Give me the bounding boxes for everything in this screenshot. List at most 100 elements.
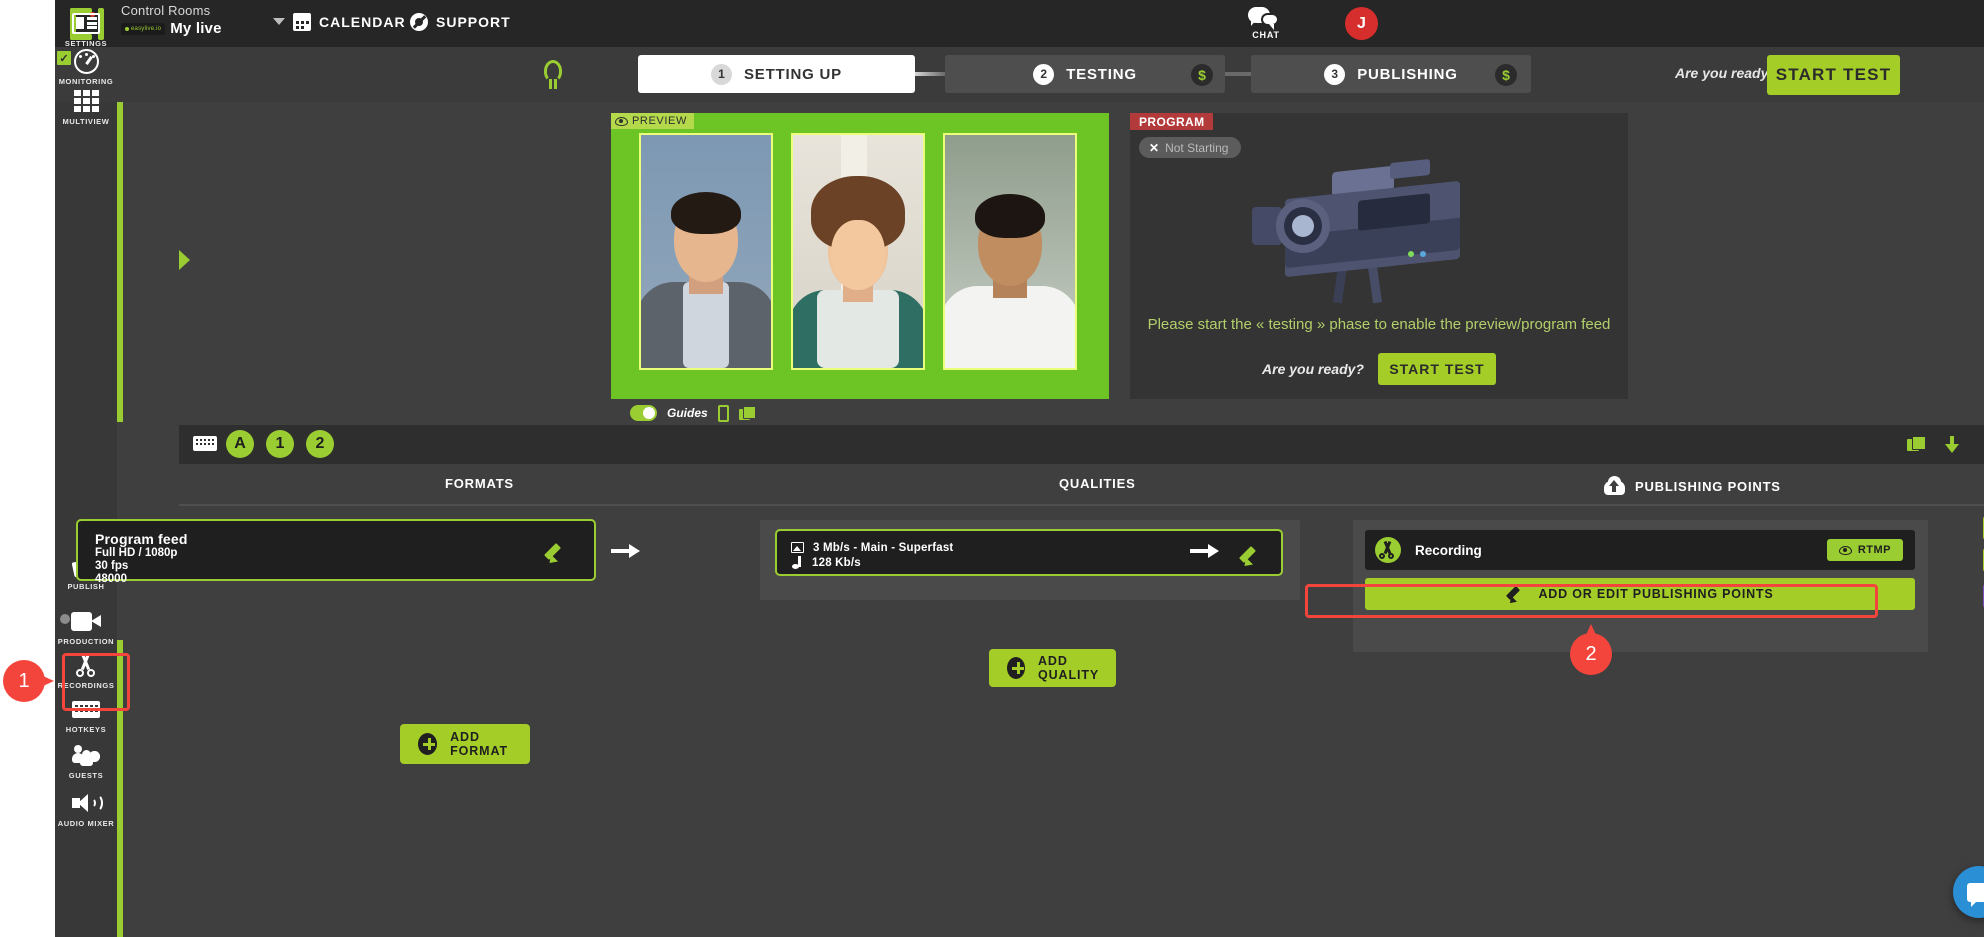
start-test-button[interactable]: START TEST: [1767, 55, 1900, 95]
chat-icon: [1243, 6, 1289, 30]
sidebar-accent-strip-bottom: [117, 640, 123, 937]
column-header-publishing-points: PUBLISHING POINTS: [1604, 476, 1781, 496]
preview-badge: PREVIEW: [611, 113, 694, 129]
phase-publishing[interactable]: 3 PUBLISHING: [1251, 55, 1531, 93]
sidebar-item-recordings[interactable]: RECORDINGS: [55, 652, 117, 690]
preview-tile[interactable]: [943, 133, 1077, 370]
speaker-icon: [55, 790, 117, 816]
music-note-icon: [791, 556, 803, 569]
mobile-phone-icon[interactable]: [717, 404, 729, 422]
phase-testing[interactable]: 2 TESTING: [945, 55, 1225, 93]
sidebar-item-multiview[interactable]: MULTIVIEW: [55, 88, 117, 126]
arrow-quality-to-publishing: [1190, 543, 1220, 559]
lifebuoy-icon: [410, 13, 428, 31]
phase-2-number: 2: [1033, 63, 1055, 85]
gauge-icon: ✓: [55, 48, 117, 74]
download-icon[interactable]: [1945, 436, 1959, 453]
sidebar-item-label: RECORDINGS: [57, 681, 115, 690]
keyboard-icon: [55, 696, 117, 722]
preview-panel[interactable]: PREVIEW: [611, 113, 1109, 399]
layers-icon[interactable]: [738, 406, 756, 420]
quality-edit-pencil-icon[interactable]: [1239, 543, 1263, 570]
quality-video-text: 3 Mb/s - Main - Superfast: [813, 541, 954, 554]
add-or-edit-publishing-points-button[interactable]: ADD OR EDIT PUBLISHING POINTS: [1365, 578, 1915, 610]
phase-setting-up[interactable]: 1 SETTING UP: [638, 55, 915, 93]
sidebar-item-production[interactable]: PRODUCTION: [55, 608, 117, 646]
control-rooms-label: Control Rooms: [121, 3, 211, 18]
sidebar-item-audio-mixer[interactable]: AUDIO MIXER: [55, 790, 117, 828]
header-divider: [179, 504, 1984, 506]
plus-circle-icon: [1007, 657, 1025, 679]
guides-label: Guides: [667, 406, 708, 420]
publishing-point-row[interactable]: Recording RTMP: [1365, 530, 1915, 570]
avatar[interactable]: J: [1345, 7, 1378, 40]
format-card[interactable]: Program feed Full HD / 1080p 30 fps 4800…: [76, 519, 596, 585]
rtmp-label: RTMP: [1857, 544, 1891, 556]
phase-3-cost-badge[interactable]: $: [1495, 64, 1517, 86]
ready-prompt: Are you ready?: [1675, 65, 1777, 81]
format-edit-pencil-icon[interactable]: [544, 540, 568, 567]
control-room-selector[interactable]: Control Rooms easylive.io My live: [121, 3, 231, 45]
format-audio-rate: 48000: [95, 573, 127, 585]
quality-card-details: 3 Mb/s - Main - Superfast 128 Kb/s: [791, 540, 953, 570]
preview-badge-label: PREVIEW: [632, 115, 687, 127]
cloud-upload-icon: [1604, 476, 1625, 496]
scene-tab-bar: A 1 2: [179, 425, 1984, 464]
chat-button[interactable]: CHAT: [1243, 6, 1289, 40]
guides-toggle[interactable]: [630, 405, 657, 421]
keyboard-icon[interactable]: [193, 436, 217, 451]
quality-audio-text: 128 Kb/s: [812, 556, 861, 569]
scene-chip-1[interactable]: 1: [266, 430, 294, 458]
sidebar-expand-arrow[interactable]: [179, 250, 190, 270]
nav-support-label: SUPPORT: [436, 14, 511, 30]
column-header-formats: FORMATS: [445, 476, 514, 491]
eye-icon: [615, 116, 628, 126]
add-format-button[interactable]: ADD FORMAT: [400, 724, 530, 764]
sidebar-item-hotkeys[interactable]: HOTKEYS: [55, 696, 117, 734]
left-white-rail: [0, 0, 55, 937]
dollar-icon: $: [1502, 67, 1510, 83]
format-resolution: Full HD / 1080p: [95, 547, 178, 559]
scene-chip-a[interactable]: A: [226, 430, 254, 458]
chevron-down-icon[interactable]: [273, 18, 285, 25]
nav-calendar[interactable]: CALENDAR: [293, 13, 406, 31]
rtmp-badge[interactable]: RTMP: [1826, 539, 1903, 561]
sidebar-item-settings[interactable]: SETTINGS: [55, 10, 117, 48]
preview-tile[interactable]: [791, 133, 925, 370]
sidebar-item-label: GUESTS: [68, 771, 104, 780]
brand-badge-text: easylive.io: [131, 25, 162, 32]
people-gear-icon: [55, 742, 117, 768]
format-card-details: Program feed Full HD / 1080p 30 fps 4800…: [95, 531, 188, 586]
brand-badge: easylive.io: [121, 22, 166, 35]
pencil-icon: [1506, 584, 1526, 606]
nav-support[interactable]: SUPPORT: [410, 13, 511, 31]
format-fps: 30 fps: [95, 560, 129, 572]
column-header-publishing-label: PUBLISHING POINTS: [1635, 478, 1781, 494]
program-start-test-button[interactable]: START TEST: [1377, 353, 1496, 385]
sidebar-item-guests[interactable]: GUESTS: [55, 742, 117, 780]
sidebar-item-monitoring[interactable]: ✓ MONITORING: [55, 48, 117, 86]
avatar-initial: J: [1357, 14, 1366, 32]
settings-panel-icon: [55, 10, 117, 36]
duplicate-icon[interactable]: [1907, 436, 1926, 452]
publishing-point-name: Recording: [1415, 542, 1482, 558]
scissors-icon: [55, 652, 117, 678]
add-quality-label: ADD QUALITY: [1038, 654, 1100, 682]
intercom-chat-button[interactable]: [1953, 866, 1984, 918]
sidebar-item-label: HOTKEYS: [65, 725, 107, 734]
phase-2-cost-badge[interactable]: $: [1191, 64, 1213, 86]
preview-tile[interactable]: [639, 133, 773, 370]
add-quality-button[interactable]: ADD QUALITY: [989, 649, 1116, 687]
scene-chip-2[interactable]: 2: [306, 430, 334, 458]
room-name: My live: [170, 20, 222, 37]
phase-connector-1: [915, 72, 945, 76]
program-ready-row: Are you ready? START TEST: [1130, 353, 1628, 385]
phase-connector-2: [1225, 72, 1251, 76]
program-status-badge: ✕ Not Starting: [1139, 137, 1242, 158]
image-icon: [791, 542, 804, 553]
phase-1-number: 1: [710, 63, 732, 85]
dollar-icon: $: [1198, 67, 1206, 83]
nav-calendar-label: CALENDAR: [319, 14, 406, 30]
top-bar: Control Rooms easylive.io My live CALEND…: [55, 0, 1984, 47]
column-header-qualities: QUALITIES: [1059, 476, 1136, 491]
